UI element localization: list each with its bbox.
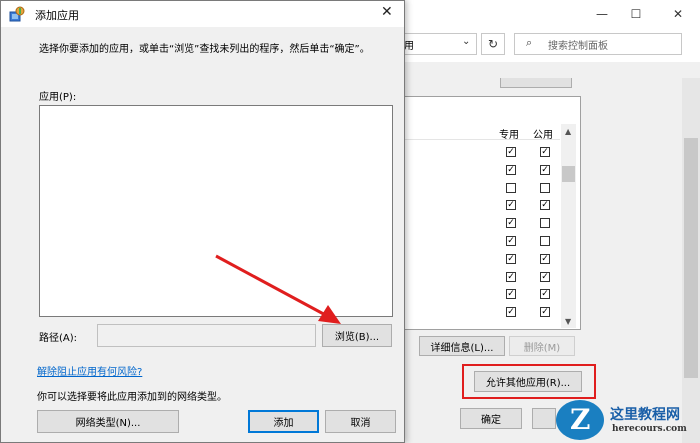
search-icon: ⌕ [526, 36, 533, 49]
checkbox-private[interactable]: ✓ [506, 165, 516, 175]
checkbox-public[interactable]: ✓ [540, 307, 550, 317]
checkbox-public[interactable]: ✓ [540, 254, 550, 264]
change-settings-button[interactable] [500, 78, 572, 88]
close-icon[interactable]: ✕ [381, 4, 393, 20]
highlight-box [462, 364, 596, 399]
column-public[interactable]: 公用 [533, 126, 553, 141]
checkbox-public[interactable] [540, 236, 550, 246]
watermark-url: herecours.com [612, 424, 687, 434]
checkbox-private[interactable] [506, 183, 516, 193]
apps-label: 应用(P): [39, 92, 77, 103]
cancel-button[interactable]: 取消 [325, 410, 396, 433]
risk-link[interactable]: 解除阻止应用有何风险? [37, 363, 142, 378]
checkbox-public[interactable]: ✓ [540, 147, 550, 157]
window-scrollbar-thumb[interactable] [684, 138, 698, 378]
maximize-icon[interactable]: ☐ [614, 0, 658, 28]
details-button[interactable]: 详细信息(L)... [419, 336, 505, 356]
list-scrollbar-thumb[interactable] [562, 166, 575, 182]
checkbox-private[interactable]: ✓ [506, 307, 516, 317]
watermark-title: 这里教程网 [610, 407, 680, 423]
app-listbox[interactable] [39, 105, 393, 317]
ok-button[interactable]: 确定 [460, 408, 522, 429]
checkbox-private[interactable]: ✓ [506, 254, 516, 264]
window-close-icon[interactable]: ✕ [656, 0, 700, 28]
watermark-letter: Z [570, 403, 591, 436]
dialog-title: 添加应用 [35, 9, 79, 22]
firewall-icon [9, 6, 25, 22]
column-private[interactable]: 专用 [499, 126, 519, 141]
list-scrollbar[interactable] [561, 124, 576, 328]
cancel-button-bg[interactable] [532, 408, 556, 429]
checkbox-private[interactable]: ✓ [506, 272, 516, 282]
delete-button[interactable]: 删除(M) [509, 336, 575, 356]
network-type-button[interactable]: 网络类型(N)... [37, 410, 179, 433]
checkbox-private[interactable]: ✓ [506, 147, 516, 157]
search-placeholder: 搜索控制面板 [548, 41, 608, 52]
checkbox-private[interactable]: ✓ [506, 236, 516, 246]
path-field[interactable] [97, 324, 316, 347]
checkbox-private[interactable]: ✓ [506, 200, 516, 210]
refresh-icon[interactable]: ↻ [481, 33, 505, 55]
checkbox-public[interactable]: ✓ [540, 289, 550, 299]
browse-button[interactable]: 浏览(B)... [322, 324, 392, 347]
path-label: 路径(A): [39, 333, 78, 344]
checkbox-public[interactable]: ✓ [540, 200, 550, 210]
checkbox-public[interactable] [540, 218, 550, 228]
checkbox-public[interactable]: ✓ [540, 165, 550, 175]
add-app-dialog: 添加应用 ✕ 选择你要添加的应用，或单击“浏览”查找未列出的程序，然后单击“确定… [0, 0, 405, 443]
address-text: 用 [404, 41, 414, 52]
network-type-note: 你可以选择要将此应用添加到的网络类型。 [37, 392, 227, 403]
checkbox-public[interactable] [540, 183, 550, 193]
add-button[interactable]: 添加 [248, 410, 319, 433]
checkbox-private[interactable]: ✓ [506, 218, 516, 228]
scroll-up-icon[interactable]: ▲ [565, 127, 571, 136]
chevron-down-icon[interactable]: ⌄ [462, 36, 470, 47]
checkbox-private[interactable]: ✓ [506, 289, 516, 299]
scroll-down-icon[interactable]: ▼ [565, 317, 571, 326]
dialog-description: 选择你要添加的应用，或单击“浏览”查找未列出的程序，然后单击“确定”。 [39, 44, 370, 55]
checkbox-public[interactable]: ✓ [540, 272, 550, 282]
